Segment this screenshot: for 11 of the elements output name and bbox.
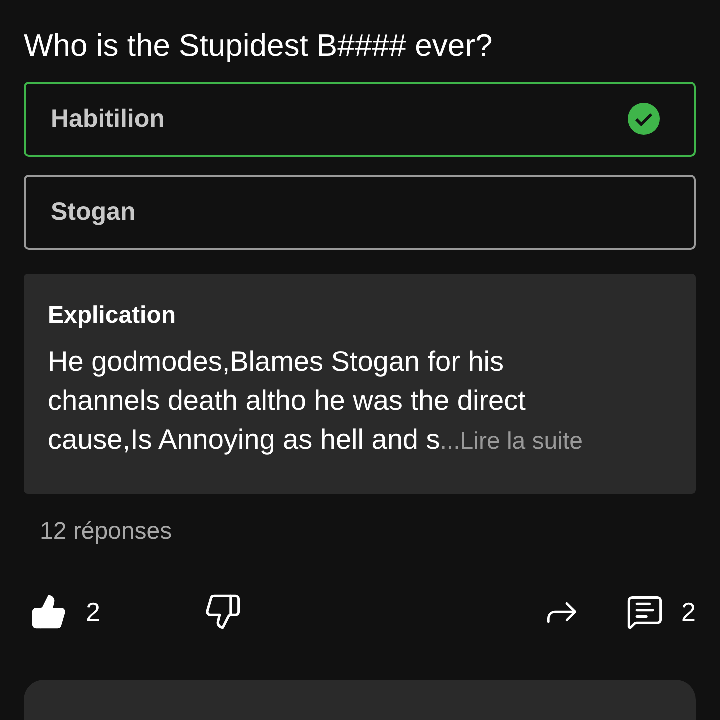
like-button[interactable]: 2	[30, 593, 100, 631]
explanation-text: He godmodes,Blames Stogan for his channels death altho he was the direct cause,Is Annoying as hell and s...Lire la suite	[48, 344, 584, 457]
comment-button[interactable]: 2	[626, 593, 696, 631]
explanation-title: Explication	[48, 302, 178, 330]
replies-count: 12 réponses	[40, 518, 174, 546]
thumbs-down-icon[interactable]	[204, 593, 242, 631]
read-more-link[interactable]: ...Lire la suite	[440, 428, 583, 455]
answer-option[interactable]: Habitilion	[24, 82, 696, 157]
answer-option[interactable]: Stogan	[24, 174, 696, 250]
question-title: Who is the Stupidest B#### ever?	[24, 28, 494, 64]
check-icon	[628, 103, 660, 136]
